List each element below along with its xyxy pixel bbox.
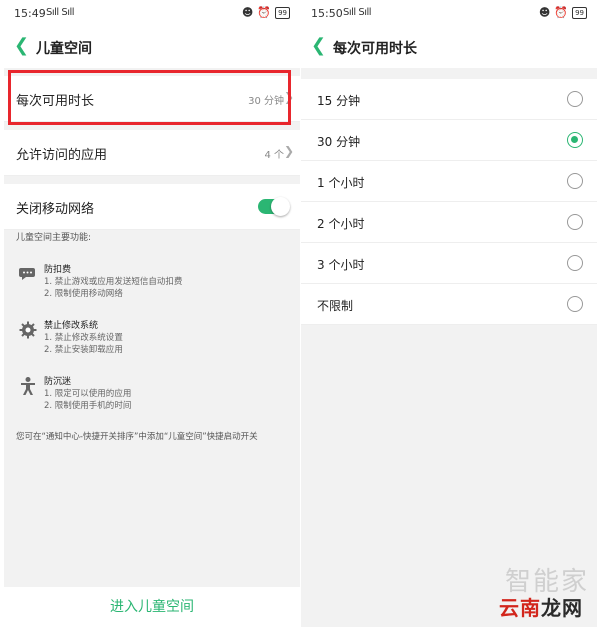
alarm-icon: ⏰ — [554, 6, 569, 19]
option-15-minutes[interactable]: 15 分钟 — [301, 79, 597, 120]
option-unlimited[interactable]: 不限制 — [301, 284, 597, 325]
status-bar: 15:50 Sıll Sıll ☻ ⏰ 99 — [301, 0, 597, 28]
row-label: 关闭移动网络 — [16, 202, 95, 217]
feature-line: 2. 限制使用移动网络 — [44, 289, 123, 299]
row-label: 允许访问的应用 — [16, 148, 108, 163]
radio-button[interactable] — [567, 296, 583, 312]
option-label: 不限制 — [317, 299, 354, 313]
watermark-dark: 龙网 — [541, 596, 583, 620]
feature-name: 防沉迷 — [44, 377, 72, 387]
face-icon: ☻ — [538, 6, 551, 19]
battery-icon: 99 — [572, 6, 587, 19]
option-3-hours[interactable]: 3 个小时 — [301, 243, 597, 284]
chevron-right-icon: ❯ — [283, 144, 294, 158]
option-30-minutes[interactable]: 30 分钟 — [301, 120, 597, 161]
feature-line: 2. 禁止安装卸载应用 — [44, 345, 123, 355]
option-label: 15 分钟 — [317, 94, 361, 108]
feature-line: 1. 禁止修改系统设置 — [44, 333, 123, 343]
feature-line: 1. 限定可以使用的应用 — [44, 389, 132, 399]
status-bar: 15:49 Sıll Sıll ☻ ⏰ 99 — [4, 0, 300, 28]
option-label: 1 个小时 — [317, 176, 365, 190]
option-label: 2 个小时 — [317, 217, 365, 231]
usage-duration-screen: 15:50 Sıll Sıll ☻ ⏰ 99 ❮ 每次可用时长 15 分钟 30… — [301, 0, 597, 627]
watermark-red: 云南 — [499, 596, 541, 620]
status-time: 15:50 — [311, 7, 343, 20]
shortcut-note: 您可在“通知中心-快捷开关排序”中添加“儿童空间”快捷启动开关 — [16, 432, 258, 442]
feature-name: 防扣费 — [44, 265, 72, 275]
back-icon[interactable]: ❮ — [14, 36, 29, 56]
alarm-icon: ⏰ — [257, 6, 272, 19]
page-title: 儿童空间 — [36, 41, 92, 57]
option-label: 3 个小时 — [317, 258, 365, 272]
row-disable-mobile-network: 关闭移动网络 — [4, 184, 300, 230]
row-value: 4 个 — [264, 150, 284, 161]
radio-button[interactable] — [567, 91, 583, 107]
mobile-network-toggle[interactable] — [258, 197, 290, 216]
feature-line: 2. 限制使用手机的时间 — [44, 401, 132, 411]
navigation-bar: ❮ 每次可用时长 — [301, 28, 597, 68]
face-icon: ☻ — [241, 6, 254, 19]
person-icon — [21, 377, 35, 395]
gear-icon — [19, 321, 37, 339]
option-1-hour[interactable]: 1 个小时 — [301, 161, 597, 202]
battery-icon: 99 — [275, 6, 290, 19]
signal-icon: Sıll Sıll — [343, 7, 372, 18]
feature-line: 1. 禁止游戏或应用发送短信自动扣费 — [44, 277, 183, 287]
radio-button[interactable] — [567, 255, 583, 271]
signal-icon: Sıll Sıll — [46, 7, 75, 18]
status-time: 15:49 — [14, 7, 46, 20]
enter-child-space-button[interactable]: 进入儿童空间 — [4, 587, 300, 627]
option-2-hours[interactable]: 2 个小时 — [301, 202, 597, 243]
highlight-box — [8, 70, 291, 125]
radio-button-selected[interactable] — [567, 132, 583, 148]
page-title: 每次可用时长 — [333, 41, 417, 57]
back-icon[interactable]: ❮ — [311, 36, 326, 56]
feature-name: 禁止修改系统 — [44, 321, 99, 331]
radio-button[interactable] — [567, 173, 583, 189]
row-allowed-apps[interactable]: 允许访问的应用 4 个 ❯ — [4, 130, 300, 176]
watermark: 智能家 云南龙网 — [459, 561, 589, 621]
chat-bubble-icon — [19, 268, 35, 280]
radio-button[interactable] — [567, 214, 583, 230]
features-intro: 儿童空间主要功能: — [16, 233, 92, 243]
navigation-bar: ❮ 儿童空间 — [4, 28, 300, 68]
option-label: 30 分钟 — [317, 135, 361, 149]
